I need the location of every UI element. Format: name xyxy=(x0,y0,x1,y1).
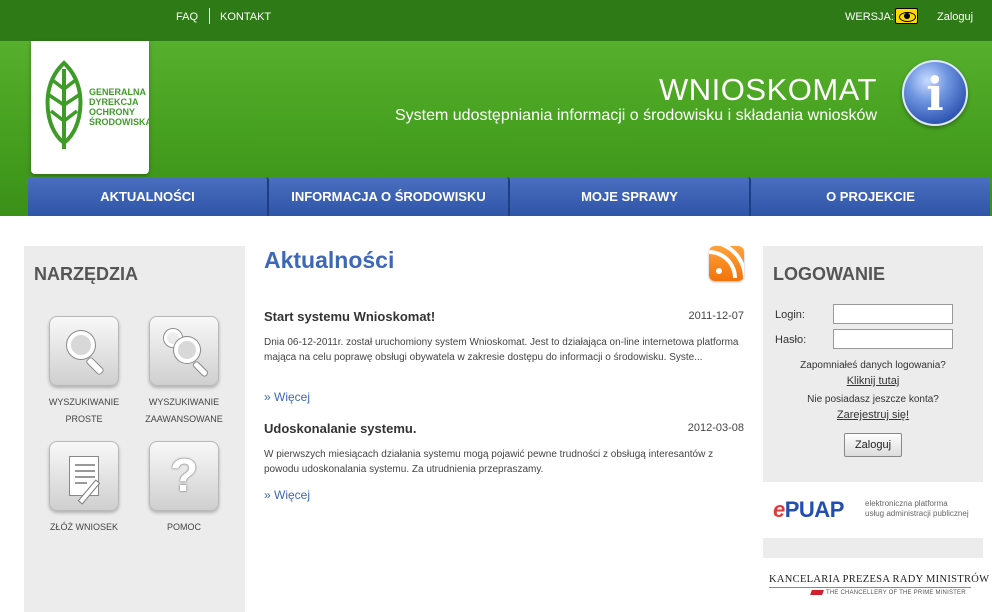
epuap-banner[interactable]: ePUAP elektroniczna platforma usług admi… xyxy=(763,490,983,530)
nav-tab-environment-info[interactable]: INFORMACJA O ŚRODOWISKU xyxy=(269,177,510,216)
magnifier-handle xyxy=(191,360,210,378)
partner-divider xyxy=(763,538,983,558)
kprm-subtitle: THE CHANCELLERY OF THE PRIME MINISTER xyxy=(826,590,966,596)
magnifier-large xyxy=(174,337,200,363)
login-title: LOGOWANIE xyxy=(773,264,885,284)
submit-application-label: ZŁÓŻ WNIOSEK xyxy=(49,522,118,532)
news-item-body: W pierwszych miesiącach działania system… xyxy=(264,449,714,475)
news-item-body: Dnia 06-12-2011r. został uruchomiony sys… xyxy=(264,337,739,363)
submit-application-button[interactable] xyxy=(49,441,119,511)
advanced-search-button[interactable] xyxy=(149,316,219,386)
app-subtitle: System udostępniania informacji o środow… xyxy=(394,107,877,124)
epuap-description: elektroniczna platforma usług administra… xyxy=(865,499,969,518)
top-separator xyxy=(209,8,210,24)
leaf-icon xyxy=(45,60,83,149)
eye-icon[interactable] xyxy=(895,8,918,24)
news-item-title[interactable]: Start systemu Wnioskomat! xyxy=(264,309,435,324)
help-label: POMOC xyxy=(166,522,201,532)
top-bar xyxy=(0,0,992,41)
simple-search-label: WYSZUKIWANIE PROSTE xyxy=(48,397,120,424)
tool-advanced-search[interactable]: WYSZUKIWANIE ZAAWANSOWANE xyxy=(129,316,239,428)
news-more-link[interactable]: » Więcej xyxy=(264,488,310,502)
forgot-link[interactable]: Kliknij tutaj xyxy=(763,375,983,387)
rss-dot xyxy=(716,268,722,274)
flag-icon xyxy=(810,590,824,595)
magnifier-icon xyxy=(67,331,95,359)
password-input[interactable] xyxy=(833,329,953,349)
login-label: Login: xyxy=(775,309,805,321)
info-icon: i xyxy=(902,60,968,126)
version-label: WERSJA: xyxy=(845,11,894,23)
news-item-date: 2011-12-07 xyxy=(688,310,744,322)
magnifier-handle xyxy=(85,356,105,376)
nav-tab-about[interactable]: O PROJEKCIE xyxy=(751,177,990,216)
question-icon: ? xyxy=(169,449,199,501)
app-title: WNIOSKOMAT xyxy=(659,72,877,107)
main-nav: AKTUALNOŚCI INFORMACJA O ŚRODOWISKU MOJE… xyxy=(28,177,990,216)
nav-tab-news[interactable]: AKTUALNOŚCI xyxy=(28,177,269,216)
faq-link[interactable]: FAQ xyxy=(176,11,198,23)
simple-search-button[interactable] xyxy=(49,316,119,386)
rss-icon[interactable] xyxy=(709,246,744,281)
news-heading: Aktualności xyxy=(264,247,395,273)
tools-panel xyxy=(24,246,245,612)
tool-submit-application[interactable]: ZŁÓŻ WNIOSEK xyxy=(29,441,139,536)
tool-help[interactable]: ? POMOC xyxy=(129,441,239,536)
forgot-text: Zapomniałeś danych logowania? xyxy=(800,360,946,371)
register-link[interactable]: Zarejestruj się! xyxy=(763,409,983,421)
news-more-link[interactable]: » Więcej xyxy=(264,390,310,404)
tools-title: NARZĘDZIA xyxy=(34,264,138,284)
epuap-logo: ePUAP xyxy=(773,497,844,522)
top-login-link[interactable]: Zaloguj xyxy=(937,11,973,23)
logo-text: GENERALNA DYREKCJA OCHRONY ŚRODOWISKA xyxy=(89,87,152,127)
contact-link[interactable]: KONTAKT xyxy=(220,11,271,23)
nav-tab-my-cases[interactable]: MOJE SPRAWY xyxy=(510,177,751,216)
gddos-logo[interactable]: GENERALNA DYREKCJA OCHRONY ŚRODOWISKA xyxy=(31,41,152,174)
login-input[interactable] xyxy=(833,304,953,324)
news-item-date: 2012-03-08 xyxy=(687,422,744,434)
password-label: Hasło: xyxy=(775,334,807,346)
help-button[interactable]: ? xyxy=(149,441,219,511)
kprm-logo-text[interactable]: KANCELARIA PREZESA RADY MINISTRÓW xyxy=(769,574,989,585)
advanced-search-label: WYSZUKIWANIE ZAAWANSOWANE xyxy=(145,397,223,424)
no-account-text: Nie posiadasz jeszcze konta? xyxy=(807,394,939,405)
tool-simple-search[interactable]: WYSZUKIWANIE PROSTE xyxy=(29,316,139,428)
news-item-title[interactable]: Udoskonalanie systemu. xyxy=(264,421,416,436)
kprm-divider xyxy=(769,587,971,588)
login-submit-button[interactable]: Zaloguj xyxy=(844,433,902,457)
